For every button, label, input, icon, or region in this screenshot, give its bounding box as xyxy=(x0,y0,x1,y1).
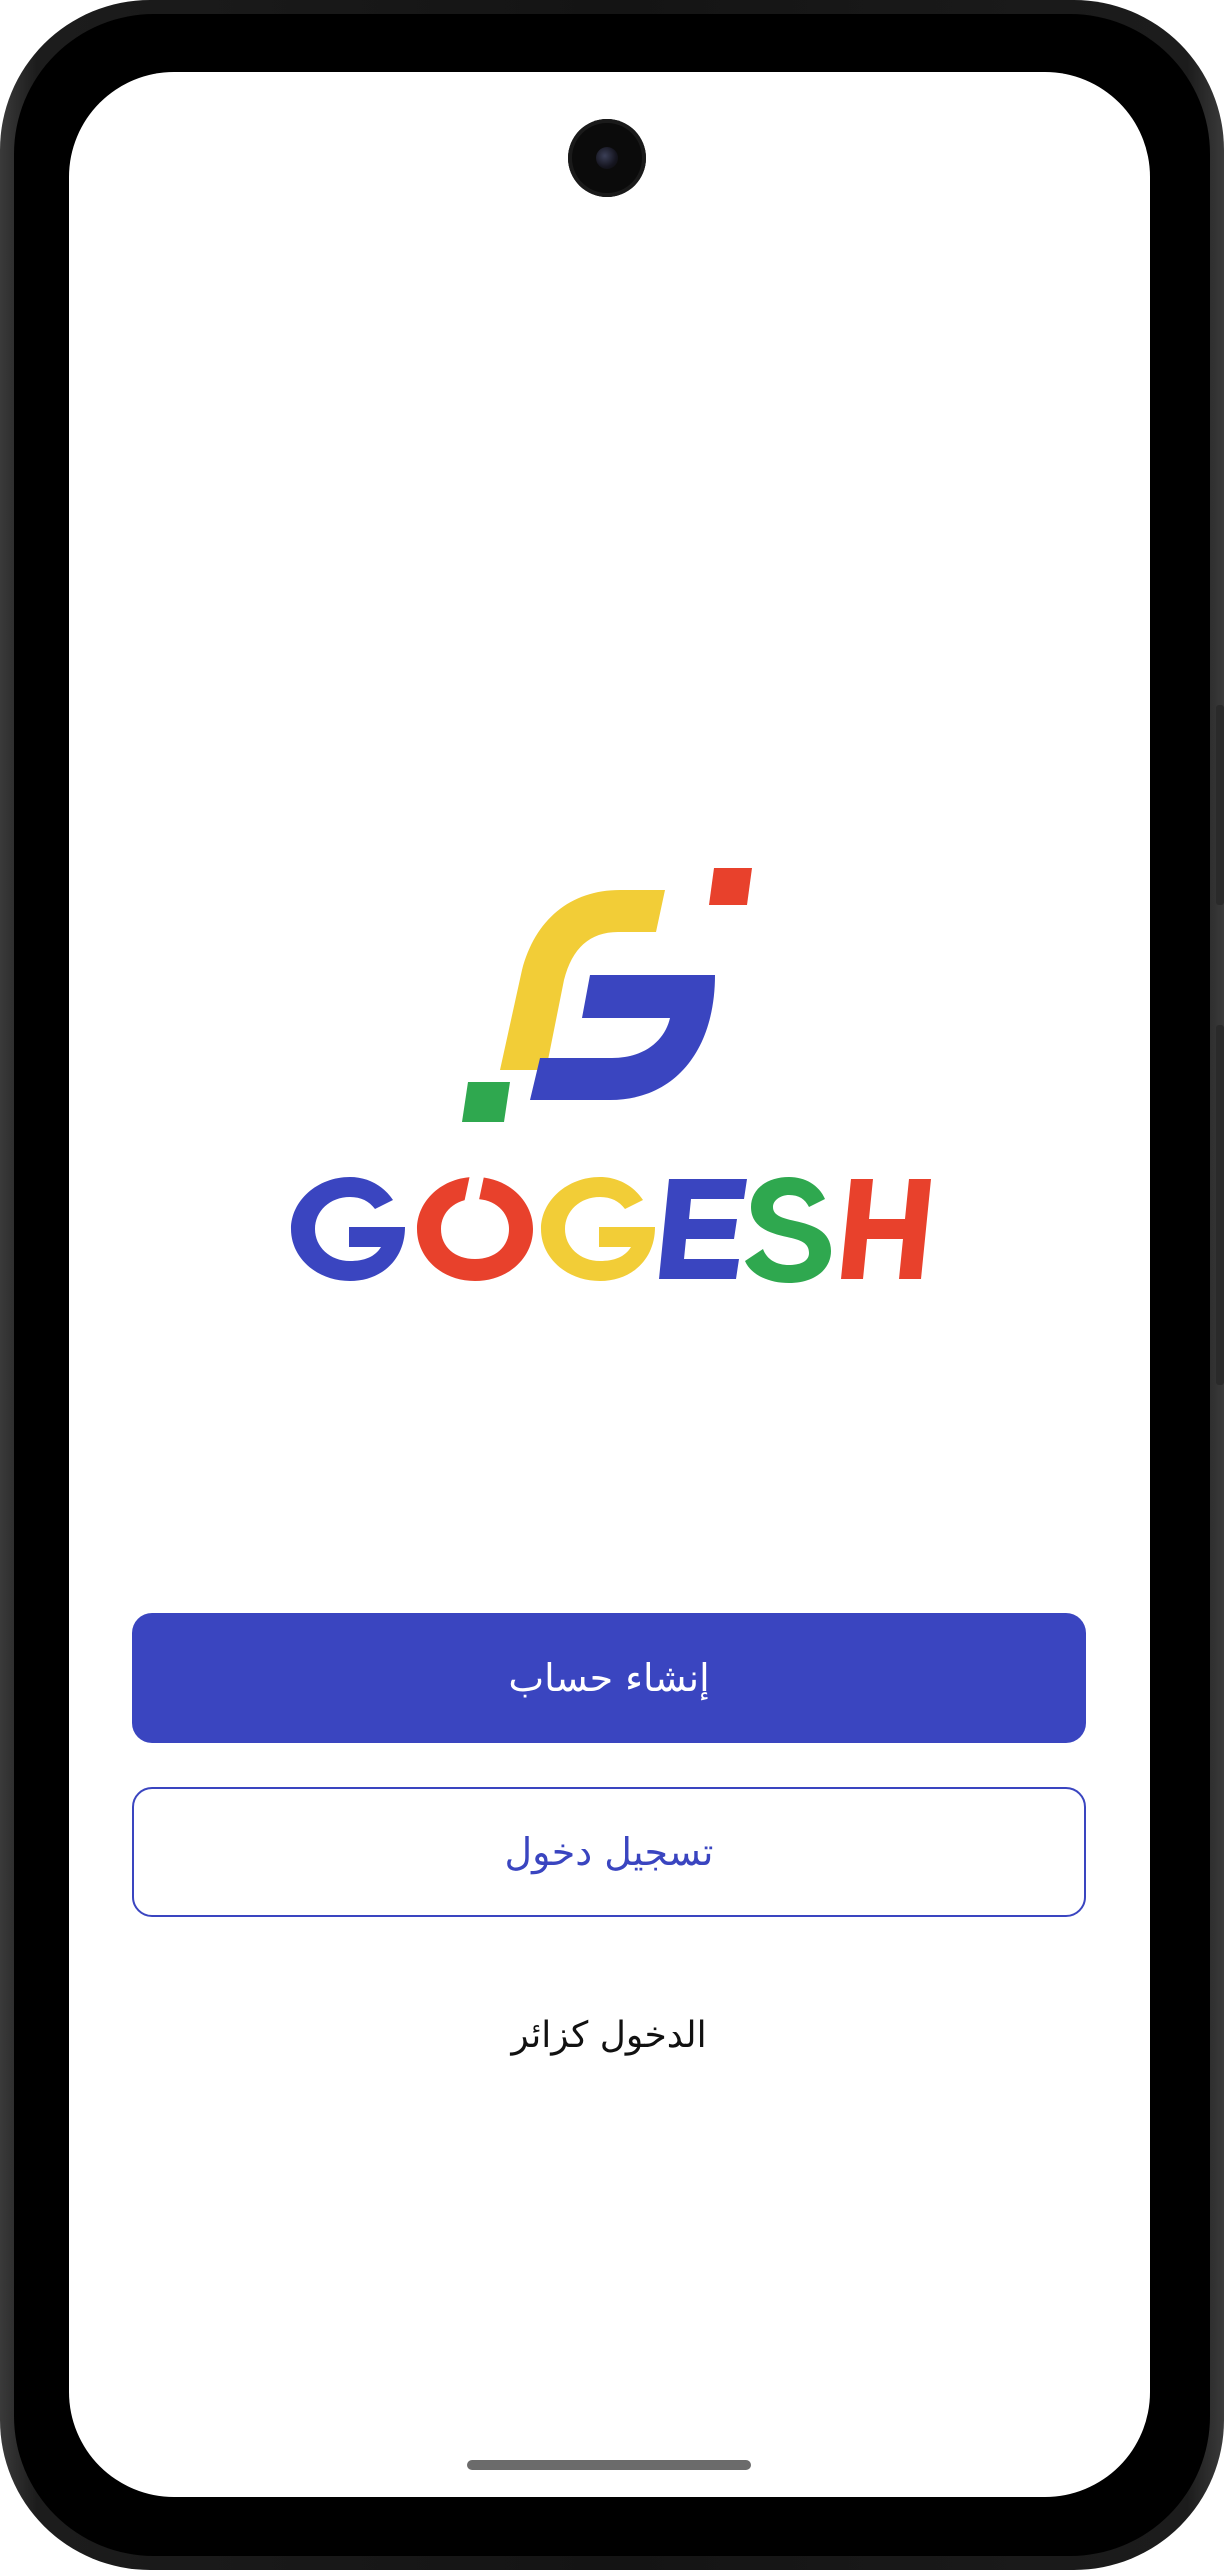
front-camera-icon xyxy=(568,119,646,197)
wordmark-letter-o1 xyxy=(417,1165,533,1281)
gogesh-logo-icon xyxy=(462,868,752,1122)
wordmark-letter-h xyxy=(841,1179,931,1279)
logo-red-square xyxy=(709,868,752,905)
wordmark-letter-g2 xyxy=(541,1177,655,1281)
wordmark-letter-e xyxy=(659,1179,747,1279)
logo-green-square xyxy=(462,1082,510,1122)
wordmark-letter-g1 xyxy=(291,1177,405,1281)
guest-login-link[interactable]: الدخول كزائر xyxy=(132,2015,1086,2056)
wordmark-letter-s xyxy=(745,1177,831,1283)
create-account-label: إنشاء حساب xyxy=(508,1656,710,1700)
home-indicator[interactable] xyxy=(467,2460,751,2470)
create-account-button[interactable]: إنشاء حساب xyxy=(132,1613,1086,1743)
gogesh-wordmark xyxy=(291,1165,931,1283)
volume-button xyxy=(1216,705,1224,905)
login-label: تسجيل دخول xyxy=(504,1830,714,1874)
power-button xyxy=(1216,1025,1224,1385)
login-button[interactable]: تسجيل دخول xyxy=(132,1787,1086,1917)
